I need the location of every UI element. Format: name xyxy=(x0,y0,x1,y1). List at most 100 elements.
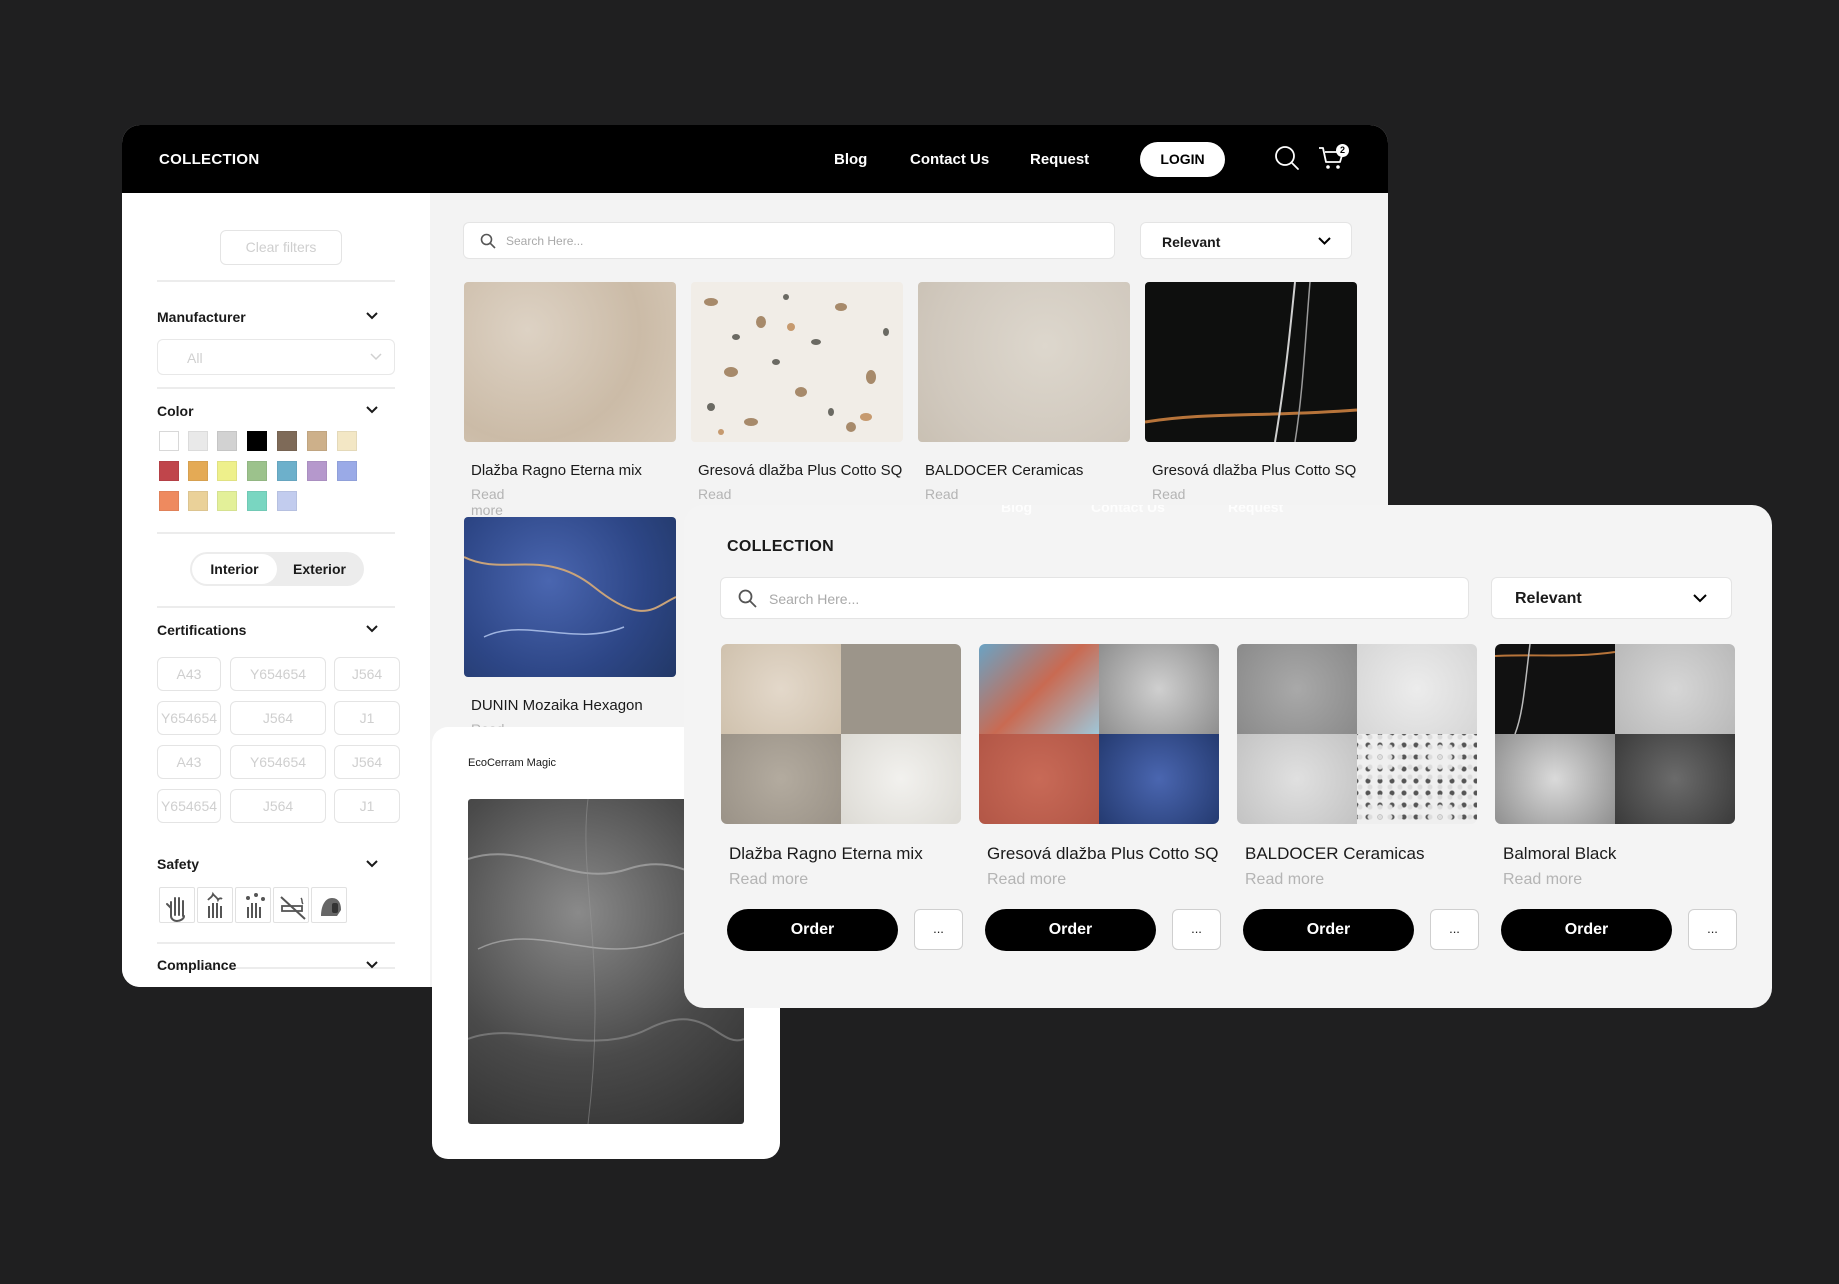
product-name[interactable]: Gresová dlažba Plus Cotto SQ xyxy=(1152,462,1356,479)
color-swatch[interactable] xyxy=(247,461,267,481)
color-swatch[interactable] xyxy=(307,431,327,451)
search-bar[interactable]: Search Here... xyxy=(463,222,1115,259)
product-image-black-marble[interactable] xyxy=(1145,282,1357,442)
exterior-toggle-option[interactable]: Exterior xyxy=(277,554,362,584)
certification-tag[interactable]: J564 xyxy=(334,745,400,779)
product-image-collage[interactable] xyxy=(979,644,1219,824)
sort-select[interactable]: Relevant xyxy=(1140,222,1352,259)
product-image-collage[interactable] xyxy=(1495,644,1735,824)
more-options-button[interactable]: ... xyxy=(1430,909,1479,950)
color-swatch[interactable] xyxy=(159,491,179,511)
search-input[interactable]: Search Here... xyxy=(506,234,583,248)
nav-request[interactable]: Request xyxy=(1030,151,1089,168)
login-button[interactable]: LOGIN xyxy=(1140,142,1225,177)
nav-blog[interactable]: Blog xyxy=(834,151,867,168)
search-icon[interactable] xyxy=(1274,145,1300,171)
chevron-down-icon[interactable] xyxy=(365,311,379,321)
product-image-terrazzo[interactable] xyxy=(691,282,903,442)
clear-filters-button[interactable]: Clear filters xyxy=(220,230,342,265)
tile-swatch xyxy=(1495,644,1616,735)
certification-tag[interactable]: J564 xyxy=(230,701,326,735)
black-marble-pattern xyxy=(1495,644,1616,735)
search-icon xyxy=(738,589,757,608)
ghost-nav-contact: Contact Us xyxy=(1091,505,1165,515)
color-swatch[interactable] xyxy=(188,491,208,511)
chevron-down-icon xyxy=(370,353,382,361)
product-image-blue-marble[interactable] xyxy=(464,517,676,677)
divider xyxy=(157,606,395,608)
no-smoking-icon[interactable] xyxy=(273,887,309,923)
certification-tag[interactable]: J564 xyxy=(230,789,326,823)
product-name[interactable]: Balmoral Black xyxy=(1503,844,1616,864)
chevron-down-icon[interactable] xyxy=(365,960,379,970)
product-image-beige-stone[interactable] xyxy=(464,282,676,442)
product-name[interactable]: Dlažba Ragno Eterna mix xyxy=(729,844,923,864)
product-image-collage[interactable] xyxy=(1237,644,1477,824)
interior-toggle-option[interactable]: Interior xyxy=(192,554,277,584)
read-more-link[interactable]: Read more xyxy=(1245,871,1324,889)
read-more-link[interactable]: Read more xyxy=(729,871,808,889)
color-swatch[interactable] xyxy=(247,491,267,511)
manufacturer-select[interactable]: All xyxy=(157,339,395,375)
color-swatch[interactable] xyxy=(159,431,179,451)
product-name[interactable]: Dlažba Ragno Eterna mix xyxy=(471,462,642,479)
product-name[interactable]: Gresová dlažba Plus Cotto SQ xyxy=(698,462,902,479)
certification-tag[interactable]: Y654654 xyxy=(157,701,221,735)
product-image-collage[interactable] xyxy=(721,644,961,824)
certification-tag[interactable]: J1 xyxy=(334,789,400,823)
black-marble-pattern xyxy=(1145,282,1357,442)
product-name[interactable]: BALDOCER Ceramicas xyxy=(925,462,1083,479)
tile-swatch xyxy=(1495,734,1615,824)
more-options-button[interactable]: ... xyxy=(914,909,963,950)
top-navigation-bar: COLLECTION Blog Contact Us Request LOGIN… xyxy=(122,125,1388,193)
certification-tag[interactable]: A43 xyxy=(157,657,221,691)
order-button[interactable]: Order xyxy=(1501,909,1672,951)
product-name[interactable]: BALDOCER Ceramicas xyxy=(1245,844,1425,864)
color-swatch[interactable] xyxy=(337,431,357,451)
chevron-down-icon[interactable] xyxy=(365,859,379,869)
product-image-light-stone[interactable] xyxy=(918,282,1130,442)
color-swatch[interactable] xyxy=(277,491,297,511)
read-more-link[interactable]: Read more xyxy=(1503,871,1582,889)
certification-tag[interactable]: Y654654 xyxy=(230,745,326,779)
hearing-protection-icon[interactable] xyxy=(311,887,347,923)
certification-tag[interactable]: A43 xyxy=(157,745,221,779)
read-more-link[interactable]: Read more xyxy=(471,486,504,518)
nav-contact-us[interactable]: Contact Us xyxy=(910,151,989,168)
order-button[interactable]: Order xyxy=(727,909,898,951)
sort-select[interactable]: Relevant xyxy=(1491,577,1732,619)
search-input[interactable]: Search Here... xyxy=(769,591,859,607)
glove-icon[interactable] xyxy=(159,887,195,923)
chevron-down-icon[interactable] xyxy=(365,624,379,634)
color-swatch[interactable] xyxy=(277,431,297,451)
certification-tag[interactable]: J1 xyxy=(334,701,400,735)
cart-count-badge: 2 xyxy=(1336,144,1349,157)
color-swatch[interactable] xyxy=(188,461,208,481)
read-more-link[interactable]: Read more xyxy=(987,871,1066,889)
color-swatch[interactable] xyxy=(188,431,208,451)
color-swatch[interactable] xyxy=(217,461,237,481)
color-swatch[interactable] xyxy=(247,431,267,451)
more-options-button[interactable]: ... xyxy=(1172,909,1221,950)
certification-tag[interactable]: J564 xyxy=(334,657,400,691)
order-button[interactable]: Order xyxy=(1243,909,1414,951)
color-swatch[interactable] xyxy=(307,461,327,481)
tile-swatch xyxy=(1237,644,1357,734)
fire-hand-icon[interactable] xyxy=(197,887,233,923)
color-swatch[interactable] xyxy=(159,461,179,481)
order-button[interactable]: Order xyxy=(985,909,1156,951)
color-swatch[interactable] xyxy=(277,461,297,481)
color-swatch[interactable] xyxy=(337,461,357,481)
color-swatch[interactable] xyxy=(217,431,237,451)
brand-logo[interactable]: COLLECTION xyxy=(159,151,260,168)
certification-tag[interactable]: Y654654 xyxy=(230,657,326,691)
product-name[interactable]: Gresová dlažba Plus Cotto SQ xyxy=(987,844,1219,864)
product-name[interactable]: DUNIN Mozaika Hexagon xyxy=(471,697,643,714)
color-swatch[interactable] xyxy=(217,491,237,511)
chemical-hand-icon[interactable] xyxy=(235,887,271,923)
search-bar[interactable]: Search Here... xyxy=(720,577,1469,619)
more-options-button[interactable]: ... xyxy=(1688,909,1737,950)
chevron-down-icon[interactable] xyxy=(365,405,379,415)
certification-tag[interactable]: Y654654 xyxy=(157,789,221,823)
tile-swatch xyxy=(979,644,1099,734)
